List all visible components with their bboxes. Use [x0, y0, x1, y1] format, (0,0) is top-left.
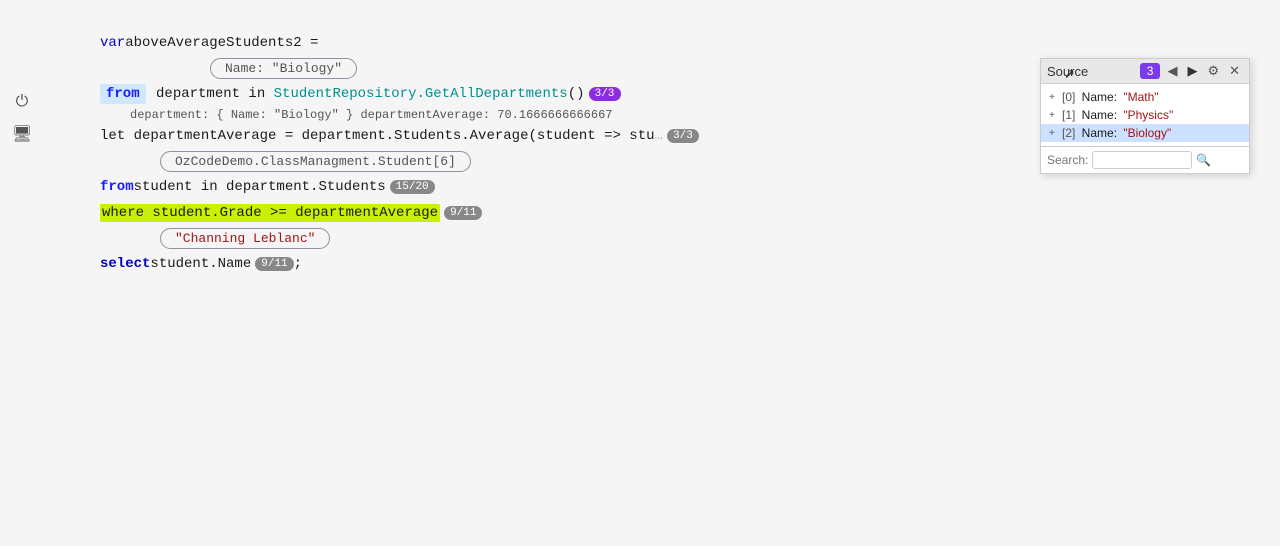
expand-icon-1: +: [1049, 110, 1059, 121]
tooltip-channing-label: "Channing Leblanc": [175, 231, 315, 246]
code-line-1: var aboveAverageStudents2 =: [100, 30, 1280, 56]
where-highlighted: where student.Grade >= departmentAverage: [100, 204, 440, 222]
select-semi: ;: [294, 256, 302, 272]
source-close-btn[interactable]: ✕: [1226, 62, 1243, 80]
tooltip-channing-row: "Channing Leblanc": [160, 226, 1280, 251]
tooltip-name-label: Name: "Biology": [225, 61, 342, 76]
tooltip-class: OzCodeDemo.ClassManagment.Student[6]: [160, 151, 471, 172]
search-box: Search: 🔍: [1041, 146, 1249, 173]
badge-let: 3/3: [667, 129, 699, 143]
from-parens: (): [568, 86, 585, 102]
code-text-1: aboveAverageStudents2 =: [125, 35, 318, 51]
from-keyword-2: from: [100, 179, 134, 195]
expand-icon-0: +: [1049, 92, 1059, 103]
expand-icon-2: +: [1049, 128, 1059, 139]
from-code-2: student in department.Students: [134, 179, 386, 195]
left-toolbar: ⏻ 🖥: [10, 90, 34, 146]
source-count-badge: 3: [1140, 63, 1161, 79]
val-2: "Biology": [1120, 126, 1171, 140]
source-pin-btn[interactable]: ⚙: [1204, 62, 1222, 80]
val-0: "Math": [1120, 90, 1159, 104]
teal-method-1: StudentRepository.GetAllDepartments: [274, 86, 568, 102]
badge-select: 9/11: [255, 257, 293, 271]
source-label: Source: [1047, 64, 1136, 79]
power-icon[interactable]: ⏻: [10, 90, 34, 114]
badge-from1: 3/3: [589, 87, 621, 101]
display-icon[interactable]: 🖥: [10, 122, 34, 146]
tooltip-biology: Name: "Biology": [210, 58, 357, 79]
source-nav-prev[interactable]: ◀: [1164, 62, 1180, 80]
from-keyword-1: from: [106, 86, 140, 102]
tooltip-class-label: OzCodeDemo.ClassManagment.Student[6]: [175, 154, 456, 169]
index-1: [1]: [1062, 108, 1075, 122]
search-magnifier-icon: 🔍: [1196, 153, 1211, 168]
select-keyword: select: [100, 256, 150, 272]
key-0: Name:: [1078, 90, 1117, 104]
source-panel-header: Source 3 ◀ ▶ ⚙ ✕: [1041, 59, 1249, 84]
val-1: "Physics": [1120, 108, 1173, 122]
code-line-from2: from student in department.Students 15/2…: [100, 174, 1280, 200]
tree-item-1[interactable]: + [1] Name: "Physics": [1041, 106, 1249, 124]
var-keyword: var: [100, 35, 125, 51]
select-code: student.Name: [150, 256, 251, 272]
code-line-select: select student.Name 9/11 ;: [100, 251, 1280, 277]
key-1: Name:: [1078, 108, 1117, 122]
let-ellipsis: …: [655, 128, 663, 144]
source-panel: Source 3 ◀ ▶ ⚙ ✕ + [0] Name: "Math" + [1…: [1040, 58, 1250, 174]
tree-item-0[interactable]: + [0] Name: "Math": [1041, 88, 1249, 106]
search-input[interactable]: [1092, 151, 1192, 169]
index-0: [0]: [1062, 90, 1075, 104]
let-code: let departmentAverage = department.Stude…: [100, 128, 655, 144]
index-2: [2]: [1062, 126, 1075, 140]
source-nav-next[interactable]: ▶: [1184, 62, 1200, 80]
tooltip-channing: "Channing Leblanc": [160, 228, 330, 249]
tree-item-2[interactable]: + [2] Name: "Biology": [1041, 124, 1249, 142]
search-label: Search:: [1047, 153, 1088, 167]
where-code: where student.Grade >= departmentAverage: [102, 205, 438, 221]
code-line-where: where student.Grade >= departmentAverage…: [100, 200, 1280, 226]
key-2: Name:: [1078, 126, 1117, 140]
from-code-1: department in: [148, 86, 274, 102]
source-tree: + [0] Name: "Math" + [1] Name: "Physics"…: [1041, 84, 1249, 146]
badge-where: 9/11: [444, 206, 482, 220]
badge-from2: 15/20: [390, 180, 435, 194]
